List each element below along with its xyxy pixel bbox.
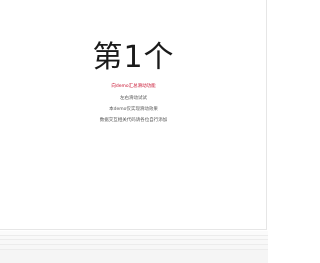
stacked-card-edge	[0, 250, 268, 263]
slide-headline: 第1个	[92, 40, 175, 75]
slide-subtitle-highlight: 向demo汇总滑动功能	[111, 84, 156, 89]
swipe-page: 第1个 向demo汇总滑动功能 左右滑动试试 本demo仅实现滑动效果 数据交互…	[0, 0, 268, 263]
slide-info-text: 数据交互相关代码请各位自行添加	[99, 118, 168, 123]
slide-hint-text: 左右滑动试试	[120, 96, 147, 101]
swipe-card[interactable]: 第1个 向demo汇总滑动功能 左右滑动试试 本demo仅实现滑动效果 数据交互…	[0, 0, 267, 230]
slide-note-text: 本demo仅实现滑动效果	[109, 107, 158, 112]
